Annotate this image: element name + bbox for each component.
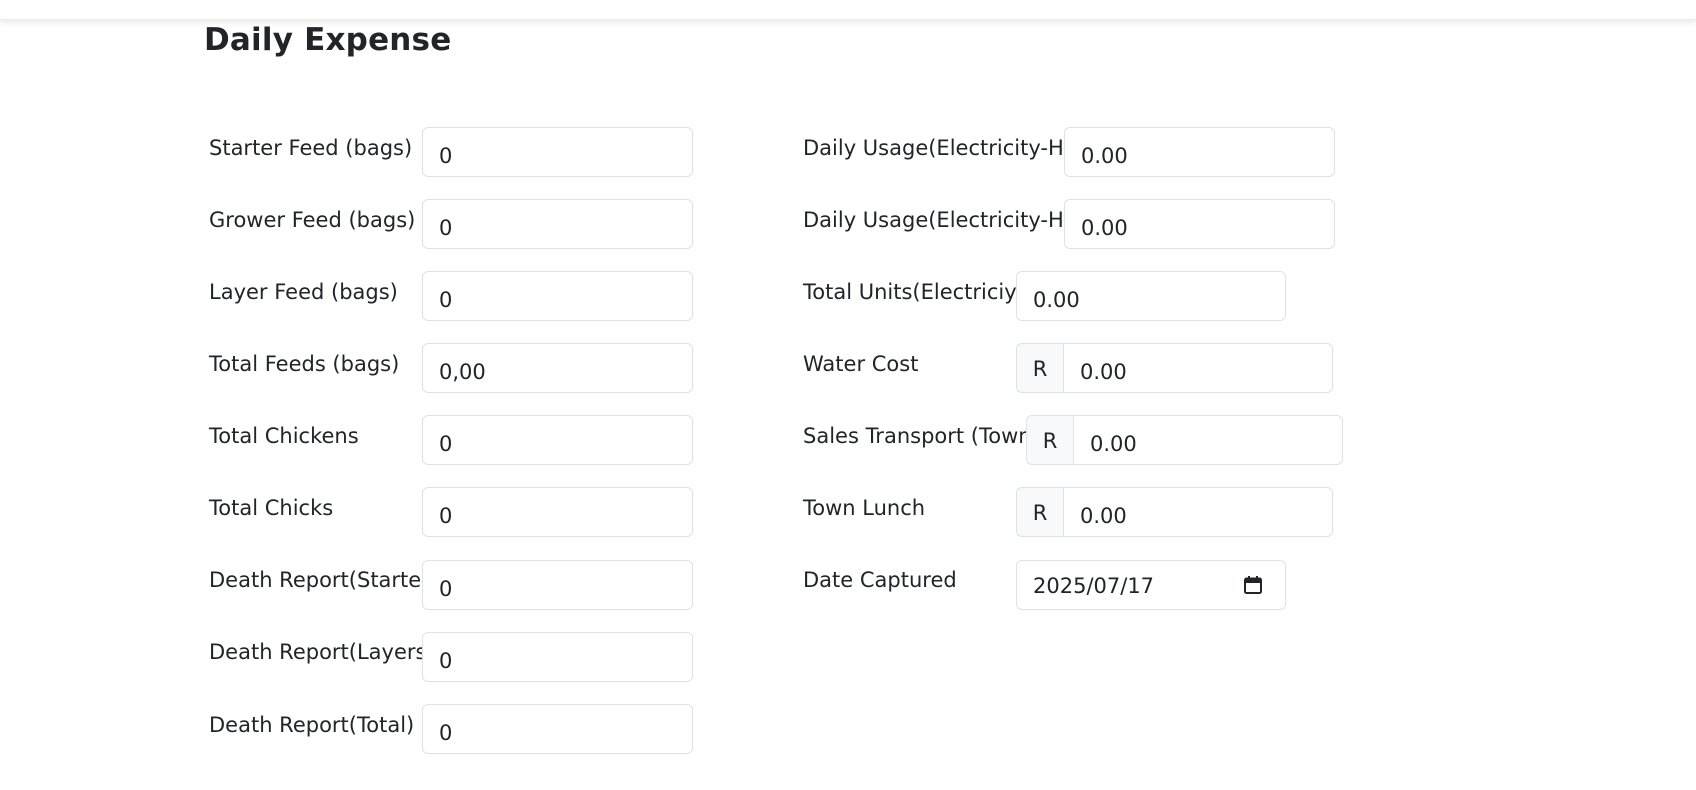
total-chickens-input[interactable] (422, 415, 693, 465)
electricity-h2-label: Daily Usage(Electricity-H2) (803, 208, 1086, 232)
total-units-label: Total Units(Electriciy) (803, 280, 1025, 304)
electricity-h2-input[interactable] (1064, 199, 1335, 249)
total-chicks-label: Total Chicks (209, 496, 334, 520)
total-feeds-label: Total Feeds (bags) (209, 352, 400, 376)
sales-transport-currency-prefix: R (1026, 415, 1074, 465)
page-title: Daily Expense (204, 22, 452, 58)
death-report-layers-input[interactable] (422, 632, 693, 682)
date-captured-label: Date Captured (803, 568, 957, 592)
death-report-layers-label: Death Report(Layers) (209, 640, 435, 664)
layer-feed-input[interactable] (422, 271, 693, 321)
sales-transport-input[interactable] (1073, 415, 1343, 465)
date-captured-value: 2025/07/17 (1033, 574, 1155, 598)
starter-feed-label: Starter Feed (bags) (209, 136, 413, 160)
town-lunch-input[interactable] (1063, 487, 1333, 537)
grower-feed-input[interactable] (422, 199, 693, 249)
town-lunch-label: Town Lunch (803, 496, 926, 520)
grower-feed-label: Grower Feed (bags) (209, 208, 416, 232)
water-cost-label: Water Cost (803, 352, 919, 376)
death-report-total-input[interactable] (422, 704, 693, 754)
layer-feed-label: Layer Feed (bags) (209, 280, 398, 304)
total-chicks-input[interactable] (422, 487, 693, 537)
total-chickens-label: Total Chickens (209, 424, 359, 448)
water-cost-currency-prefix: R (1016, 343, 1064, 393)
date-captured-input[interactable]: 2025/07/17 (1016, 560, 1286, 610)
starter-feed-input[interactable] (422, 127, 693, 177)
total-units-input[interactable] (1016, 271, 1286, 321)
electricity-h1-label: Daily Usage(Electricity-H1) (803, 136, 1086, 160)
water-cost-input[interactable] (1063, 343, 1333, 393)
total-feeds-input[interactable] (422, 343, 693, 393)
sales-transport-label: Sales Transport (Town) (803, 424, 1040, 448)
top-navbar (0, 0, 1696, 20)
town-lunch-currency-prefix: R (1016, 487, 1064, 537)
death-report-starter-label: Death Report(Starter) (209, 568, 439, 592)
death-report-total-label: Death Report(Total) (209, 713, 415, 737)
electricity-h1-input[interactable] (1064, 127, 1335, 177)
death-report-starter-input[interactable] (422, 560, 693, 610)
calendar-icon[interactable] (1243, 575, 1263, 595)
